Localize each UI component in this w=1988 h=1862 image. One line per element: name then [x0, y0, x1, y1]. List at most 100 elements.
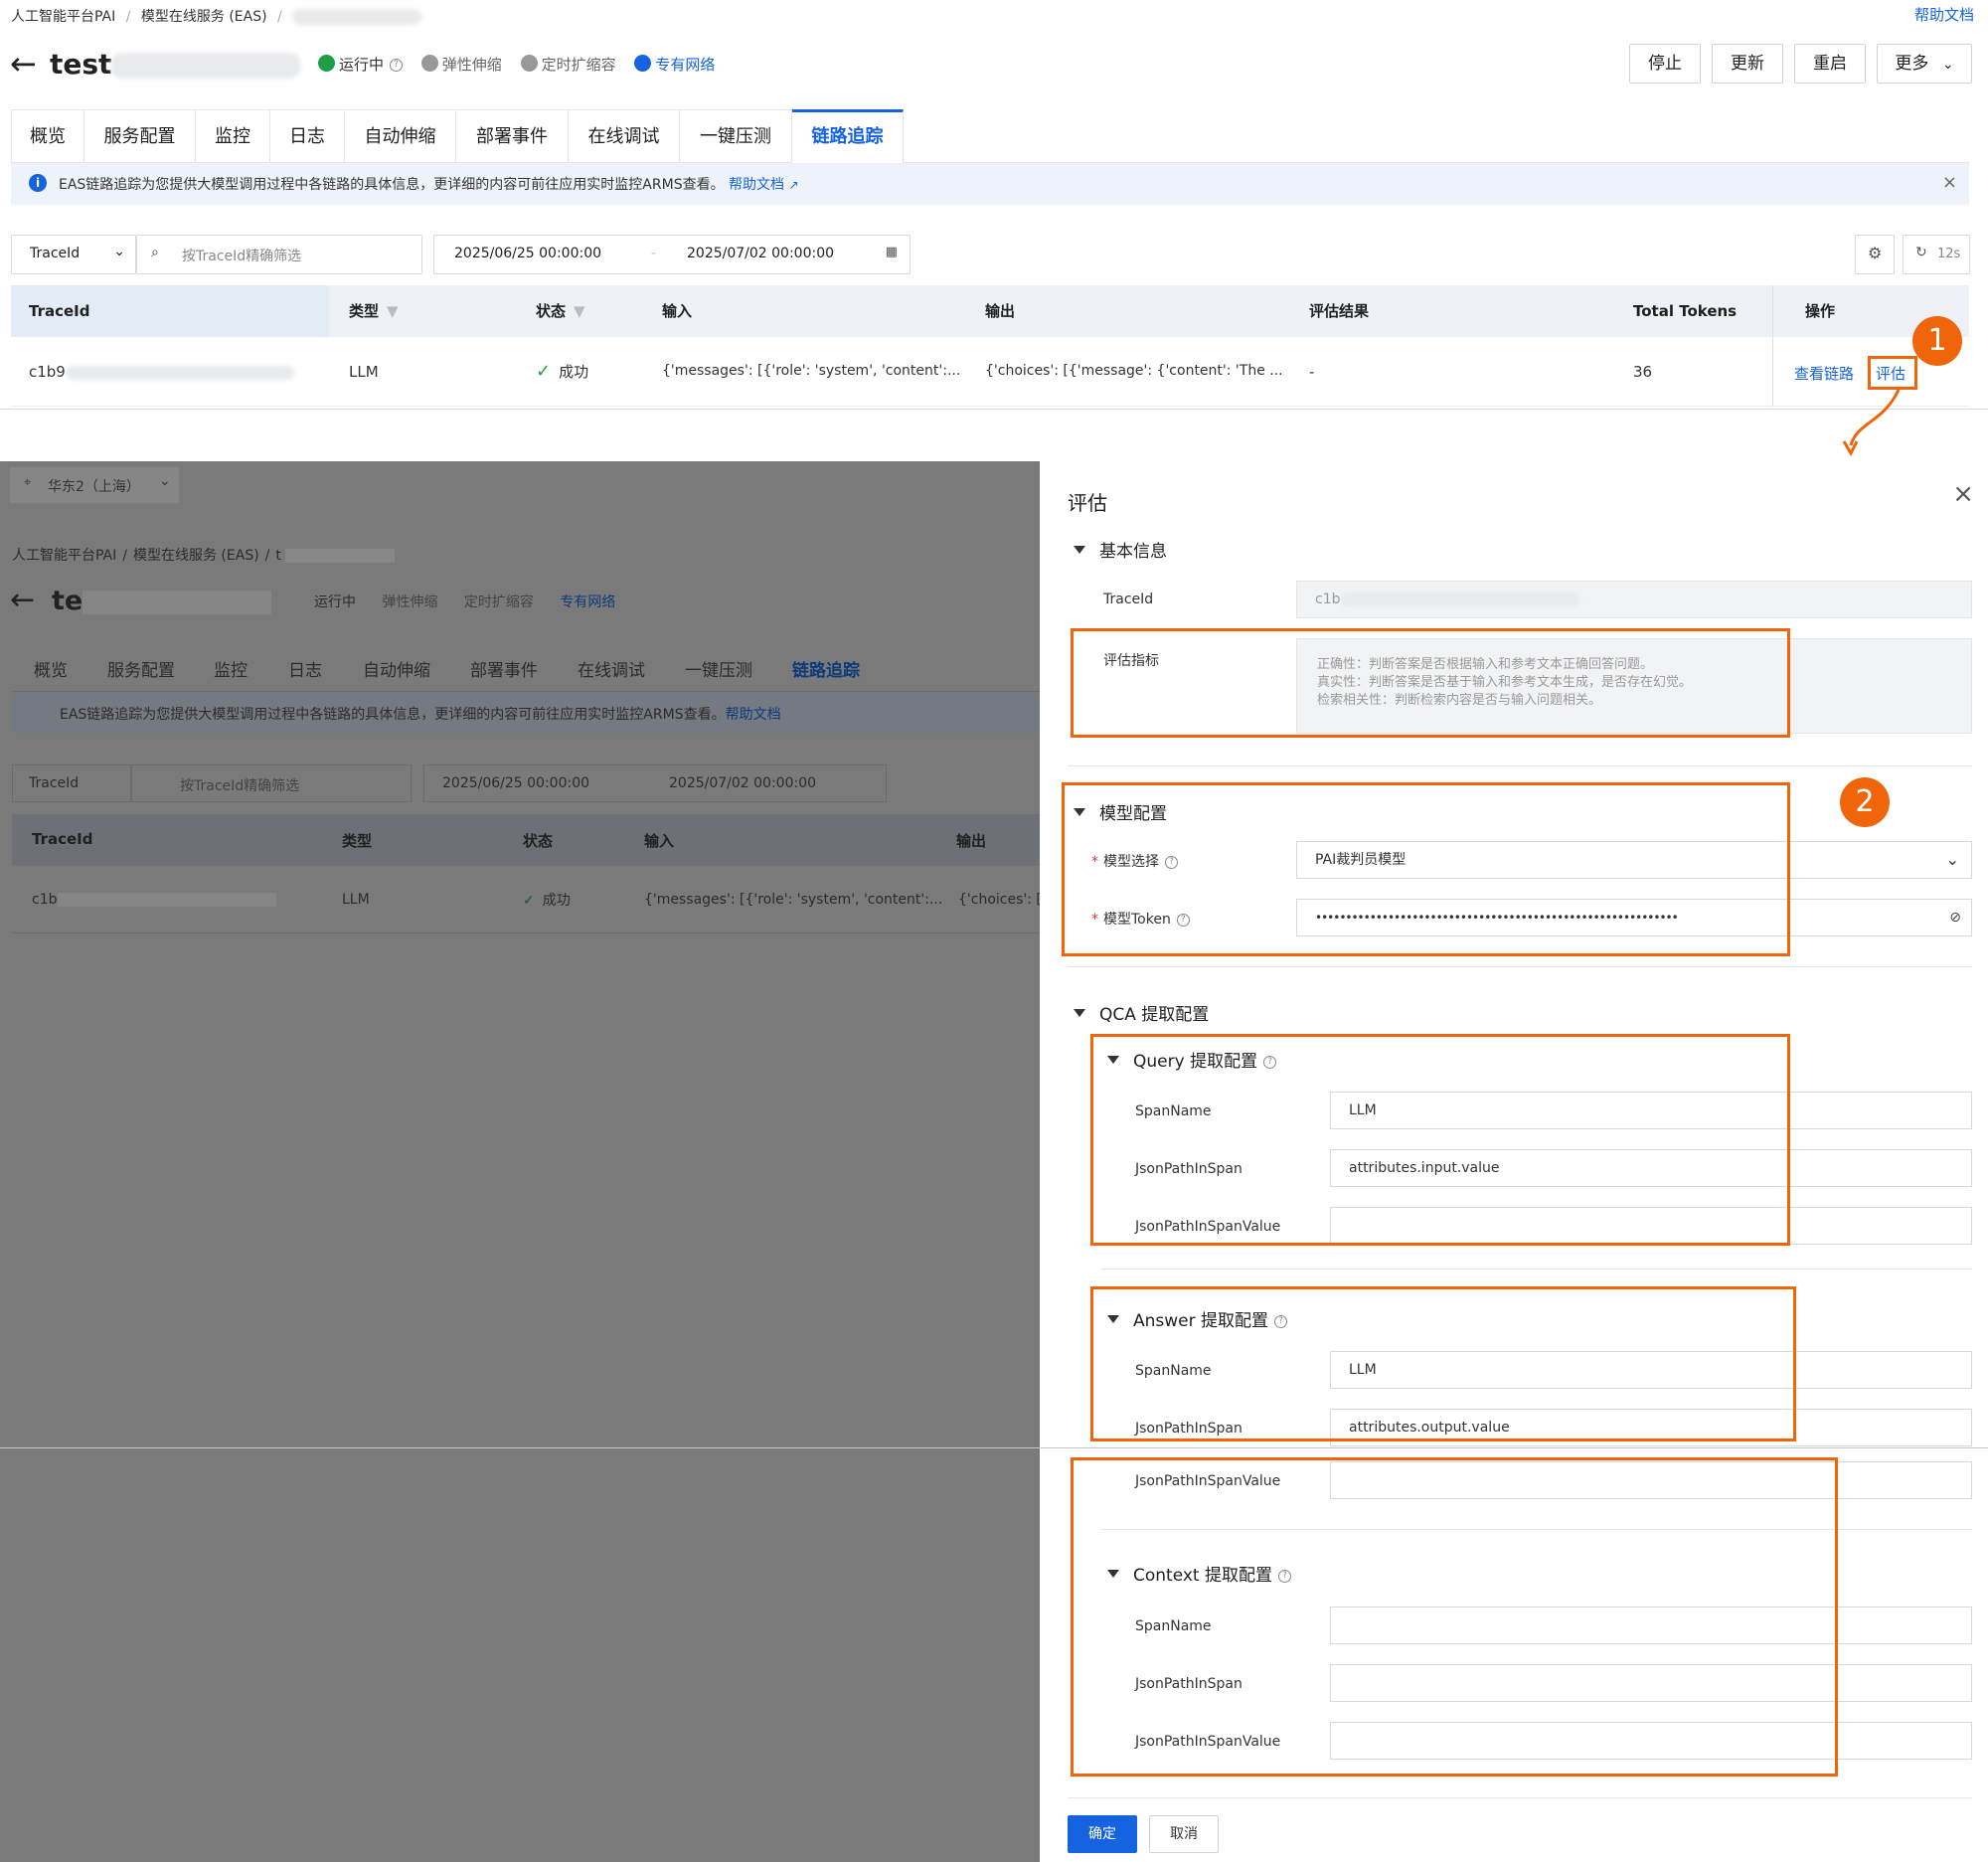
traceid-search-input[interactable]: ⌕ 按TraceId精确筛选: [136, 235, 422, 274]
running-status: 运行中?: [318, 55, 404, 74]
breadcrumb-pai[interactable]: 人工智能平台PAI: [11, 9, 115, 25]
step-badge-2: 2: [1840, 777, 1890, 827]
section-basic-info[interactable]: 基本信息: [1074, 537, 1167, 562]
pointer-arrow: [1842, 389, 1901, 457]
th-output: 输出: [985, 302, 1016, 320]
cell-eval: -: [1309, 363, 1315, 381]
help-docs-link[interactable]: 帮助文档: [1914, 4, 1974, 25]
chevron-down-icon: ⌄: [113, 244, 125, 259]
highlight-evaluate: [1868, 356, 1917, 390]
trace-table: TraceId 类型 ▼ 状态 ▼ 输入 输出 评估结果 Total Tokens …: [11, 285, 1969, 410]
bg-table-header: TraceId 类型 状态 输入 输出: [12, 814, 1040, 866]
notice-help-link[interactable]: 帮助文档: [729, 177, 784, 193]
info-icon: i: [29, 174, 47, 192]
more-button[interactable]: 更多 ⌄: [1877, 44, 1972, 84]
view-trace-link[interactable]: 查看链路: [1794, 363, 1854, 384]
highlight-answer-config: [1090, 1286, 1796, 1441]
restart-button[interactable]: 重启: [1794, 44, 1866, 84]
section-qca-config[interactable]: QCA 提取配置: [1074, 1000, 1209, 1025]
check-icon: ✓: [536, 361, 552, 382]
cell-traceid: c1b9: [29, 363, 294, 381]
breadcrumb-sep: /: [277, 9, 282, 25]
refresh-icon: ↻: [1915, 245, 1927, 260]
tab-deploy-events[interactable]: 部署事件: [456, 109, 569, 163]
external-link-icon[interactable]: ↗: [788, 178, 798, 192]
highlight-model-config: [1062, 782, 1790, 956]
overlay-mask: ⌖ 华东2（上海） ⌄ 人工智能平台PAI / 模型在线服务 (EAS) / t ← t…: [0, 461, 1055, 1862]
stop-button[interactable]: 停止: [1629, 44, 1701, 84]
elastic-icon: [420, 55, 438, 72]
eye-off-icon[interactable]: ⊘: [1949, 900, 1961, 935]
composite-seam: [0, 1447, 1988, 1448]
bg-table-row: c1b LLM ✓ 成功 {'messages': [{'role': 'syst…: [12, 866, 1055, 933]
cell-tokens: 36: [1633, 363, 1653, 381]
bg-status-row: 运行中 弹性伸缩 定时扩缩容 专有网络: [314, 594, 616, 610]
th-traceid: TraceId: [11, 285, 329, 337]
status-row: 运行中? 弹性伸缩 定时扩缩容 专有网络: [318, 54, 715, 75]
close-icon[interactable]: ×: [1952, 479, 1974, 509]
calendar-icon: ▦: [885, 245, 898, 259]
caret-down-icon: [1074, 1009, 1085, 1017]
back-arrow-icon[interactable]: ←: [10, 44, 37, 84]
cell-type: LLM: [349, 363, 379, 381]
traceid-field: c1b: [1296, 581, 1972, 618]
filter-icon[interactable]: ▼: [387, 302, 399, 320]
region-selector: ⌖ 华东2（上海） ⌄: [10, 467, 179, 503]
blurred-service-name: [292, 9, 422, 25]
help-icon[interactable]: ?: [390, 59, 404, 72]
drawer-title: 评估: [1068, 491, 1107, 515]
clock-icon: [520, 55, 538, 72]
highlight-context-config: [1071, 1457, 1838, 1777]
bg-breadcrumb: 人工智能平台PAI / 模型在线服务 (EAS) / t: [12, 545, 396, 565]
date-start: 2025/06/25 00:00:00: [454, 246, 602, 261]
cancel-button[interactable]: 取消: [1149, 1815, 1219, 1853]
settings-button[interactable]: ⚙: [1855, 235, 1895, 274]
breadcrumb-eas[interactable]: 模型在线服务 (EAS): [141, 9, 267, 25]
vpc-status[interactable]: 专有网络: [634, 55, 715, 74]
breadcrumb-sep: /: [125, 9, 131, 25]
filter-icon[interactable]: ▼: [574, 302, 585, 320]
gear-icon: ⚙: [1868, 244, 1883, 262]
bg-notice: EAS链路追踪为您提供大模型调用过程中各链路的具体信息，更详细的内容可前往应用实…: [12, 692, 1040, 734]
breadcrumb: 人工智能平台PAI / 模型在线服务 (EAS) /: [11, 6, 422, 26]
chevron-down-icon: ⌄: [1945, 850, 1959, 869]
service-title: test: [50, 48, 301, 81]
traceid-select[interactable]: TraceId ⌄: [11, 235, 136, 274]
table-row: c1b9 LLM ✓ 成功 {'messages': [{'role': 'sys…: [11, 337, 1969, 407]
notice-bar: i EAS链路追踪为您提供大模型调用过程中各链路的具体信息，更详细的内容可前往应…: [11, 163, 1969, 205]
cell-output: {'choices': [{'message': {'content': 'Th…: [985, 363, 1283, 379]
bg-tab-bar: 概览 服务配置 监控 日志 自动伸缩 部署事件 在线调试 一键压测 链路追踪: [12, 642, 1040, 692]
globe-icon: [634, 55, 652, 72]
cell-status: ✓ 成功: [536, 361, 589, 382]
elastic-status[interactable]: 弹性伸缩: [420, 55, 502, 74]
tab-logs[interactable]: 日志: [270, 109, 345, 163]
tab-bar: 概览 服务配置 监控 日志 自动伸缩 部署事件 在线调试 一键压测 链路追踪: [11, 109, 1969, 163]
tab-overview[interactable]: 概览: [11, 109, 84, 163]
tab-online-debug[interactable]: 在线调试: [569, 109, 680, 163]
tab-tracing[interactable]: 链路追踪: [792, 109, 904, 163]
tab-autoscale[interactable]: 自动伸缩: [345, 109, 456, 163]
tab-monitor[interactable]: 监控: [196, 109, 270, 163]
search-icon: ⌕: [151, 245, 159, 260]
tab-stress-test[interactable]: 一键压测: [680, 109, 792, 163]
bg-back-arrow-icon: ←: [10, 583, 36, 617]
top-screenshot: 人工智能平台PAI / 模型在线服务 (EAS) / 帮助文档 ← test 运…: [0, 0, 1988, 410]
date-end: 2025/07/02 00:00:00: [687, 246, 835, 261]
bg-title: te: [52, 586, 272, 616]
play-icon: [318, 55, 335, 72]
chevron-down-icon: ⌄: [1941, 57, 1954, 73]
location-icon: ⌖: [24, 475, 32, 490]
update-button[interactable]: 更新: [1712, 44, 1783, 84]
highlight-query-config: [1090, 1034, 1790, 1246]
scheduled-status[interactable]: 定时扩缩容: [520, 55, 616, 74]
tab-service-config[interactable]: 服务配置: [84, 109, 196, 163]
th-eval: 评估结果: [1309, 302, 1370, 320]
cell-input: {'messages': [{'role': 'system', 'conten…: [662, 363, 961, 379]
refresh-button[interactable]: ↻ 12s: [1903, 235, 1970, 274]
date-range-picker[interactable]: 2025/06/25 00:00:00 - 2025/07/02 00:00:0…: [433, 235, 911, 274]
confirm-button[interactable]: 确定: [1068, 1815, 1137, 1853]
step-badge-1: 1: [1912, 316, 1962, 366]
th-input: 输入: [662, 302, 693, 320]
close-icon[interactable]: ×: [1942, 172, 1957, 193]
th-tokens: Total Tokens: [1633, 302, 1738, 320]
